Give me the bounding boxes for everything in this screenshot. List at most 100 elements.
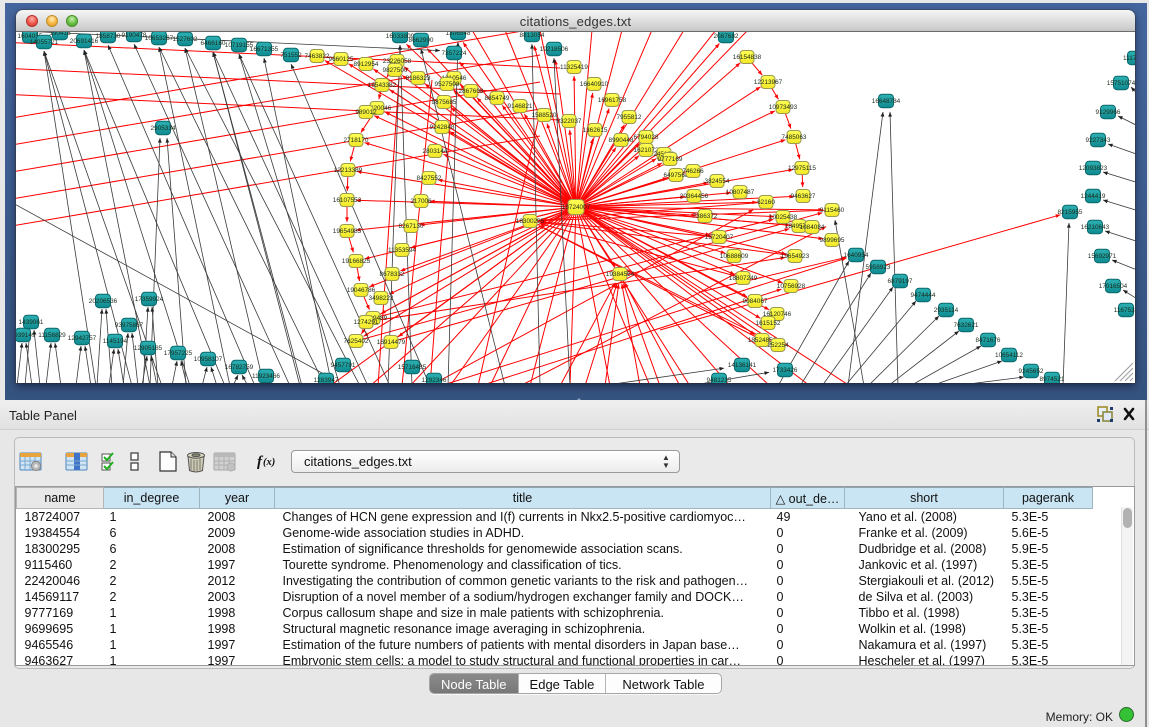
svg-text:190418: 190418 bbox=[49, 32, 71, 37]
svg-text:8813054: 8813054 bbox=[520, 32, 545, 39]
svg-text:8990448: 8990448 bbox=[609, 137, 634, 144]
svg-text:16107553: 16107553 bbox=[333, 197, 362, 204]
svg-text:18300295: 18300295 bbox=[516, 218, 545, 225]
svg-text:7357224: 7357224 bbox=[442, 50, 467, 57]
svg-text:9474444: 9474444 bbox=[911, 292, 936, 299]
svg-text:8267130: 8267130 bbox=[399, 223, 424, 230]
svg-text:9146821: 9146821 bbox=[508, 103, 533, 110]
svg-text:9457791: 9457791 bbox=[331, 362, 356, 369]
svg-text:1274291: 1274291 bbox=[354, 319, 379, 326]
svg-text:8186323: 8186323 bbox=[406, 75, 431, 82]
svg-text:15751074: 15751074 bbox=[1107, 80, 1135, 87]
svg-text:10958107: 10958107 bbox=[194, 356, 223, 363]
svg-text:1167533: 1167533 bbox=[1114, 307, 1135, 314]
svg-text:9227343: 9227343 bbox=[1086, 137, 1111, 144]
svg-text:1292346: 1292346 bbox=[422, 377, 447, 383]
svg-text:7955812: 7955812 bbox=[617, 114, 642, 121]
svg-text:989012: 989012 bbox=[355, 109, 377, 116]
svg-text:20691416: 20691416 bbox=[70, 38, 99, 45]
svg-text:1439061: 1439061 bbox=[19, 319, 44, 326]
svg-text:1362615: 1362615 bbox=[583, 127, 608, 134]
svg-text:12905185: 12905185 bbox=[134, 345, 163, 352]
svg-text:746266: 746266 bbox=[682, 168, 704, 175]
svg-text:3498222: 3498222 bbox=[369, 295, 394, 302]
svg-text:11923466: 11923466 bbox=[252, 373, 280, 380]
svg-text:12942757: 12942757 bbox=[68, 335, 97, 342]
svg-text:17359924: 17359924 bbox=[135, 296, 164, 303]
svg-text:15692971: 15692971 bbox=[1088, 253, 1117, 260]
svg-text:20364456: 20364456 bbox=[680, 193, 709, 200]
svg-text:1145194: 1145194 bbox=[103, 338, 128, 345]
svg-text:(x): (x) bbox=[263, 457, 275, 468]
svg-text:1615152: 1615152 bbox=[756, 320, 781, 327]
svg-text:62160: 62160 bbox=[757, 199, 775, 206]
svg-text:9660125: 9660125 bbox=[329, 56, 354, 63]
svg-text:19654923: 19654923 bbox=[781, 253, 810, 260]
svg-text:20206536: 20206536 bbox=[89, 298, 118, 305]
svg-text:2905334: 2905334 bbox=[151, 125, 176, 132]
svg-text:17957225: 17957225 bbox=[164, 350, 193, 357]
svg-text:8912954: 8912954 bbox=[354, 61, 379, 68]
svg-text:18724007: 18724007 bbox=[562, 204, 591, 211]
svg-text:9084067: 9084067 bbox=[743, 298, 768, 305]
svg-text:14136141: 14136141 bbox=[728, 362, 757, 369]
svg-text:9875685: 9875685 bbox=[432, 99, 457, 106]
svg-text:8215955: 8215955 bbox=[1058, 209, 1083, 216]
svg-text:12213967: 12213967 bbox=[754, 79, 783, 86]
svg-text:1858730: 1858730 bbox=[96, 33, 121, 40]
svg-text:19046786: 19046786 bbox=[347, 287, 376, 294]
svg-text:2718170: 2718170 bbox=[344, 137, 369, 144]
svg-text:7632621: 7632621 bbox=[954, 322, 979, 329]
svg-text:9481235: 9481235 bbox=[707, 377, 732, 383]
svg-text:252254: 252254 bbox=[767, 342, 789, 349]
svg-text:217006: 217006 bbox=[410, 198, 432, 205]
svg-text:9115460: 9115460 bbox=[820, 207, 845, 214]
svg-text:7625402: 7625402 bbox=[344, 338, 369, 345]
svg-text:9827500: 9827500 bbox=[383, 67, 408, 74]
svg-text:9242848: 9242848 bbox=[430, 124, 455, 131]
svg-text:16961758: 16961758 bbox=[598, 97, 627, 104]
svg-text:1939149: 1939149 bbox=[16, 332, 36, 339]
svg-text:93975867: 93975867 bbox=[115, 322, 144, 329]
svg-text:2867608: 2867608 bbox=[459, 88, 484, 95]
svg-text:1733426: 1733426 bbox=[773, 367, 798, 374]
svg-text:16671355: 16671355 bbox=[250, 46, 279, 53]
svg-text:9190478: 9190478 bbox=[122, 32, 147, 39]
svg-text:9527508: 9527508 bbox=[435, 81, 460, 88]
svg-text:16782759: 16782759 bbox=[225, 364, 254, 371]
svg-text:1527602: 1527602 bbox=[173, 36, 198, 43]
svg-text:19166825: 19166825 bbox=[342, 258, 371, 265]
svg-text:3824554: 3824554 bbox=[705, 178, 730, 185]
svg-text:16648784: 16648784 bbox=[872, 98, 901, 105]
svg-text:15720407: 15720407 bbox=[705, 234, 734, 241]
svg-text:9777169: 9777169 bbox=[658, 156, 683, 163]
svg-text:751552: 751552 bbox=[280, 52, 302, 59]
svg-text:10654112: 10654112 bbox=[995, 352, 1023, 359]
svg-text:8854749: 8854749 bbox=[485, 95, 510, 102]
svg-text:1640954: 1640954 bbox=[844, 252, 869, 259]
svg-text:2935114: 2935114 bbox=[934, 307, 959, 314]
svg-text:9899695: 9899695 bbox=[820, 237, 845, 244]
svg-text:8662990: 8662990 bbox=[409, 37, 434, 44]
svg-text:12975115: 12975115 bbox=[788, 165, 816, 172]
svg-text:15716485: 15716485 bbox=[398, 364, 427, 371]
svg-text:11353594: 11353594 bbox=[388, 247, 416, 254]
svg-text:9463627: 9463627 bbox=[791, 193, 816, 200]
svg-text:8974521: 8974521 bbox=[1040, 376, 1065, 383]
svg-text:1084084: 1084084 bbox=[800, 224, 825, 231]
svg-text:16210643: 16210643 bbox=[1081, 224, 1110, 231]
svg-text:19654985: 19654985 bbox=[333, 228, 362, 235]
svg-text:10807487: 10807487 bbox=[726, 189, 755, 196]
svg-text:12213389: 12213389 bbox=[334, 167, 363, 174]
svg-text:8427552: 8427552 bbox=[417, 175, 442, 182]
svg-text:8678332: 8678332 bbox=[380, 271, 405, 278]
svg-text:9129966: 9129966 bbox=[1096, 109, 1121, 116]
svg-text:19218506: 19218506 bbox=[540, 46, 569, 53]
svg-text:16154838: 16154838 bbox=[733, 54, 762, 61]
svg-text:6794028: 6794028 bbox=[634, 134, 659, 141]
svg-text:8471676: 8471676 bbox=[976, 337, 1001, 344]
svg-text:1588520: 1588520 bbox=[532, 112, 557, 119]
svg-text:5958923: 5958923 bbox=[866, 264, 891, 271]
svg-text:9245652: 9245652 bbox=[1019, 368, 1044, 375]
svg-text:17016504: 17016504 bbox=[1099, 283, 1128, 290]
